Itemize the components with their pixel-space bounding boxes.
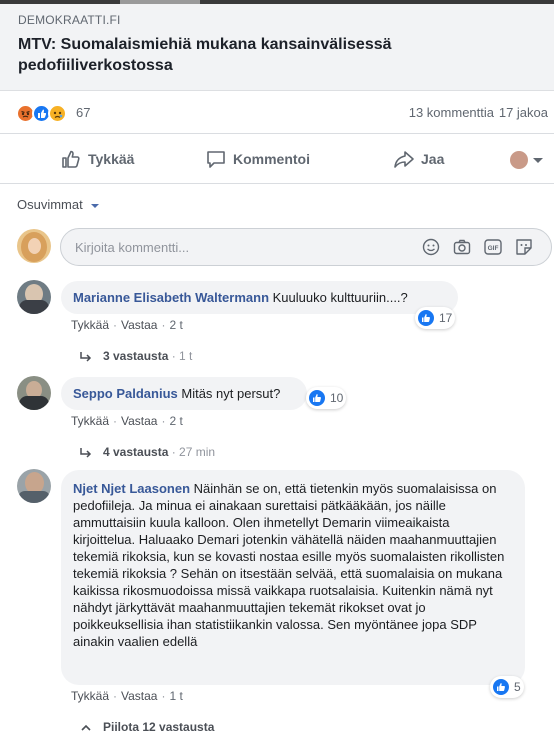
avatar [510, 151, 528, 169]
share-button[interactable]: Jaa [393, 148, 463, 170]
avatar[interactable] [17, 229, 51, 263]
link-preview-card[interactable]: DEMOKRAATTI.FI MTV: Suomalaismiehiä muka… [0, 4, 554, 91]
chevron-down-icon[interactable] [91, 204, 99, 208]
comment-reply-link[interactable]: Vastaa [121, 318, 157, 332]
sticker-icon[interactable] [514, 237, 534, 257]
hide-replies-link[interactable]: Piilota 12 vastausta [79, 720, 279, 736]
camera-icon[interactable] [452, 237, 472, 257]
composer-tools: GIF [421, 237, 545, 257]
comment-meta: Tykkää · Vastaa · 2 t [71, 414, 183, 428]
like-button[interactable]: Tykkää [60, 148, 150, 170]
reactions-summary: 67 13 kommenttia 17 jakoa [0, 92, 554, 134]
comment-bubble: Njet Njet Laasonen Näinhän se on, että t… [61, 470, 525, 685]
comment-button[interactable]: Kommentoi [205, 148, 325, 170]
comment-time[interactable]: 2 t [169, 318, 182, 332]
chevron-down-icon [533, 158, 543, 163]
comment-reactions-count: 5 [514, 680, 521, 694]
comment-meta: Tykkää · Vastaa · 2 t [71, 318, 183, 332]
post-actions: Tykkää Kommentoi Jaa [0, 134, 554, 184]
reactions-count[interactable]: 67 [76, 105, 90, 120]
comment-bubble: Seppo Paldanius Mitäs nyt persut? [61, 377, 307, 410]
comment-text: Näinhän se on, että tietenkin myös suoma… [73, 481, 505, 649]
comment-reactions-count: 17 [439, 311, 453, 325]
thumbs-up-icon [62, 150, 80, 168]
like-reaction-icon [493, 679, 509, 695]
comment-text: Kuuluuko kulttuuriin....? [272, 290, 408, 305]
like-reaction-icon [309, 390, 325, 406]
share-button-label: Jaa [421, 151, 445, 167]
comment-icon [207, 151, 225, 168]
comment-sort-dropdown[interactable]: Osuvimmat [17, 197, 83, 212]
comment-time[interactable]: 2 t [169, 414, 182, 428]
link-title[interactable]: MTV: Suomalaismiehiä mukana kansainvälis… [18, 34, 538, 76]
avatar[interactable] [17, 280, 51, 314]
hide-replies-label: Piilota 12 vastausta [103, 720, 215, 734]
view-replies-link[interactable]: 3 vastausta · 1 t [79, 349, 279, 365]
comment-author[interactable]: Marianne Elisabeth Waltermann [73, 290, 269, 305]
reply-arrow-icon [80, 448, 92, 458]
comment-text: Mitäs nyt persut? [181, 386, 281, 401]
gif-icon[interactable]: GIF [483, 237, 503, 257]
replies-time: 27 min [179, 445, 216, 459]
comment-like-link[interactable]: Tykkää [71, 414, 109, 428]
sad-reaction-icon [48, 104, 67, 123]
replies-time: 1 t [179, 349, 193, 363]
comment-reactions[interactable]: 17 [415, 307, 455, 329]
comments-count[interactable]: 13 kommenttia [409, 105, 494, 120]
like-button-label: Tykkää [88, 151, 135, 167]
comment-like-link[interactable]: Tykkää [71, 689, 109, 703]
comment-input-placeholder: Kirjoita kommentti... [75, 240, 190, 255]
comment-reactions-count: 10 [330, 391, 344, 405]
svg-text:GIF: GIF [488, 245, 499, 252]
comment-button-label: Kommentoi [233, 151, 310, 167]
comment-author[interactable]: Njet Njet Laasonen [73, 481, 190, 496]
comment-reactions[interactable]: 5 [490, 676, 524, 698]
reply-arrow-icon [80, 352, 92, 362]
replies-count: 4 vastausta [103, 445, 169, 459]
comment-author[interactable]: Seppo Paldanius [73, 386, 178, 401]
link-domain: DEMOKRAATTI.FI [18, 13, 121, 27]
comment-reply-link[interactable]: Vastaa [121, 414, 157, 428]
shares-count[interactable]: 17 jakoa [499, 105, 548, 120]
comment-meta: Tykkää · Vastaa · 1 t [71, 689, 183, 703]
replies-count: 3 vastausta [103, 349, 169, 363]
like-reaction-icon [418, 310, 434, 326]
chevron-up-icon [81, 724, 91, 731]
comment-time[interactable]: 1 t [169, 689, 182, 703]
comment-bubble: Marianne Elisabeth Waltermann Kuuluuko k… [61, 281, 458, 314]
comment-reply-link[interactable]: Vastaa [121, 689, 157, 703]
avatar[interactable] [17, 469, 51, 503]
view-replies-link[interactable]: 4 vastausta · 27 min [79, 445, 299, 461]
reaction-icons[interactable] [16, 104, 76, 124]
comment-input[interactable]: Kirjoita kommentti... GIF [60, 228, 552, 266]
comment-reactions[interactable]: 10 [306, 387, 346, 409]
avatar[interactable] [17, 376, 51, 410]
post-as-selector[interactable] [510, 151, 546, 169]
share-icon [394, 151, 414, 168]
emoji-icon[interactable] [421, 237, 441, 257]
comment-like-link[interactable]: Tykkää [71, 318, 109, 332]
